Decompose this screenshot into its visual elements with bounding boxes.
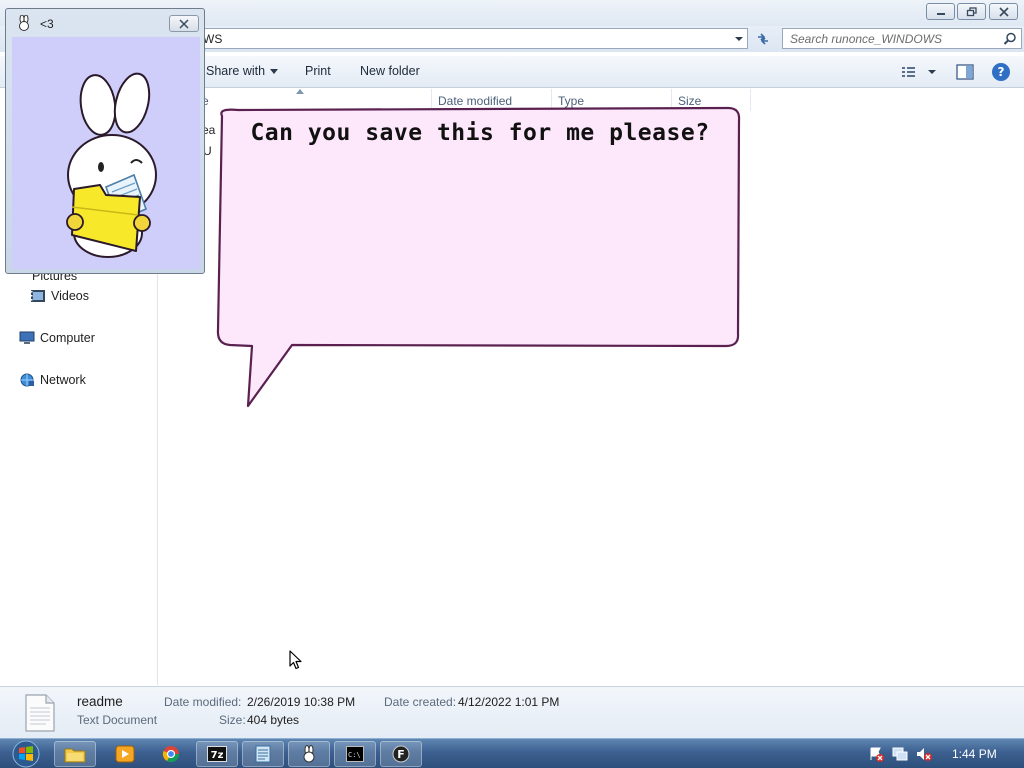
share-with-button[interactable]: Share with [206,64,279,78]
nav-item-label: Computer [40,331,95,345]
restore-button[interactable] [957,3,986,20]
taskbar-notepad-button[interactable] [242,741,284,767]
help-icon[interactable]: ? [992,63,1010,81]
network-icon [20,373,34,387]
7zip-icon: 7z [207,746,227,762]
refresh-button[interactable] [752,29,774,49]
change-view-icon[interactable] [900,64,940,80]
taskbar-bunny-app-button[interactable] [288,741,330,767]
refresh-icon [758,33,768,45]
network-status-icon[interactable] [892,746,908,762]
nav-item-label: Videos [51,289,89,303]
details-size-label: Size: [219,713,246,727]
details-pane: readme Text Document Date modified: 2/26… [0,686,1024,738]
svg-text:C:\: C:\ [348,751,361,759]
nav-item-label: Network [40,373,86,387]
details-date-created-label: Date created: [384,695,457,709]
svg-text:7z: 7z [211,750,224,761]
computer-icon [19,331,35,344]
details-date-modified-value: 2/26/2019 10:38 PM [247,695,356,709]
new-folder-button[interactable]: New folder [360,64,420,78]
speech-bubble [216,106,741,408]
svg-text:F: F [397,748,405,761]
print-button[interactable]: Print [305,64,331,78]
taskbar-clock[interactable]: 1:44 PM [952,747,997,761]
mouse-pointer-icon [289,650,302,670]
minimize-button[interactable] [926,3,955,20]
nav-item-network[interactable]: Network [19,373,86,387]
taskbar-media-player-button[interactable] [104,741,146,767]
text-document-icon [25,694,55,732]
details-file-name: readme [77,694,123,709]
taskbar-7zip-button[interactable]: 7z [196,741,238,767]
share-with-label: Share with [206,64,266,78]
taskbar-explorer-button[interactable] [54,741,96,767]
close-button[interactable] [989,3,1018,20]
mascot-canvas [12,37,200,269]
volume-muted-icon[interactable] [916,746,932,762]
bunny-app-icon [303,745,315,763]
chevron-down-icon[interactable] [733,32,745,46]
mascot-window[interactable]: <3 [5,8,205,274]
close-icon [179,18,189,29]
start-orb-icon [12,740,40,768]
details-date-created-value: 4/12/2022 1:01 PM [458,695,560,709]
details-size-value: 404 bytes [247,713,300,727]
search-icon[interactable] [1003,32,1017,46]
minimize-icon [936,12,945,15]
start-button[interactable] [6,739,46,768]
chrome-icon [162,746,180,763]
media-player-icon [115,745,135,763]
search-box[interactable]: Search runonce_WINDOWS [782,28,1022,49]
address-bar[interactable]: WS [196,28,748,49]
close-icon [998,6,1009,17]
bunny-holding-folder-image [66,72,157,258]
mascot-close-button[interactable] [169,15,199,32]
chevron-down-icon [270,69,279,75]
details-file-type: Text Document [77,713,158,727]
address-text: WS [203,32,223,46]
notepad-icon [255,745,271,763]
mascot-window-title: <3 [40,17,54,31]
nav-item-videos[interactable]: Videos [30,289,89,303]
taskbar-f-app-button[interactable]: F [380,741,422,767]
cmd-icon: C:\ [346,746,364,762]
sort-ascending-icon [296,89,304,94]
search-input[interactable]: Search runonce_WINDOWS [790,32,942,46]
taskbar: 7z C:\ F 1:44 PM [0,738,1024,768]
taskbar-cmd-button[interactable]: C:\ [334,741,376,767]
videos-folder-icon [31,290,45,302]
bunny-app-icon [19,15,29,31]
f-app-icon: F [392,745,410,763]
taskbar-chrome-button[interactable] [150,741,192,767]
nav-item-computer[interactable]: Computer [19,331,95,345]
preview-pane-icon[interactable] [956,64,974,80]
action-center-icon[interactable] [868,746,884,762]
speech-bubble-text: Can you save this for me please? [250,120,710,146]
restore-icon [966,6,977,16]
explorer-icon [64,748,86,763]
details-date-modified-label: Date modified: [164,695,242,709]
